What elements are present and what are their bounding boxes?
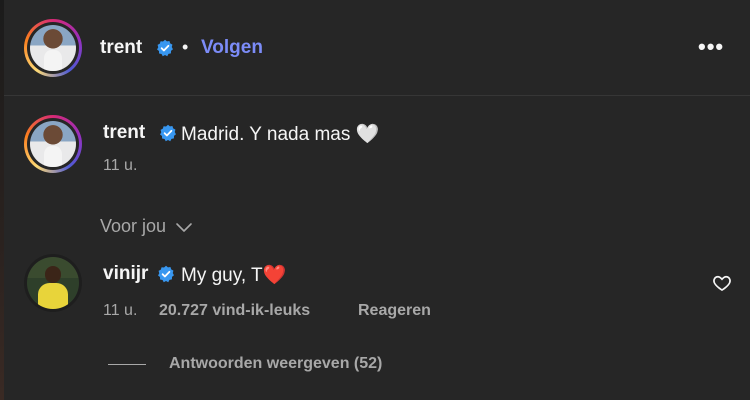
post-header: trent • Volgen ••• (4, 0, 750, 96)
header-avatar[interactable] (24, 19, 82, 77)
commenter-username[interactable]: vinijr (103, 263, 148, 285)
view-replies-button[interactable]: Antwoorden weergeven (52) (169, 355, 382, 373)
post-timestamp: 11 u. (103, 157, 138, 174)
post-author-avatar[interactable] (24, 115, 82, 173)
chevron-down-icon (176, 223, 192, 233)
replies-divider (108, 364, 146, 365)
post-caption: Madrid. Y nada mas 🤍 (181, 124, 380, 145)
verified-badge-icon (158, 265, 174, 283)
header-username[interactable]: trent (100, 37, 142, 59)
more-options-icon[interactable]: ••• (698, 34, 724, 60)
comment-timestamp: 11 u. (103, 302, 138, 319)
verified-badge-icon (160, 124, 176, 142)
header-separator: • (182, 37, 189, 57)
for-you-label: Voor jou (100, 216, 167, 236)
verified-badge-icon (157, 39, 173, 57)
post-author-username[interactable]: trent (103, 122, 145, 144)
reply-button[interactable]: Reageren (358, 302, 431, 320)
post-panel: trent • Volgen ••• trent Madrid. Y nada … (4, 0, 750, 400)
for-you-filter[interactable]: Voor jou (100, 216, 193, 237)
comment-text: My guy, T❤️ (181, 265, 287, 286)
follow-button[interactable]: Volgen (201, 37, 263, 59)
commenter-avatar[interactable] (24, 254, 82, 312)
comment-likes[interactable]: 20.727 vind-ik-leuks (159, 302, 310, 320)
heart-outline-icon[interactable] (712, 273, 732, 293)
